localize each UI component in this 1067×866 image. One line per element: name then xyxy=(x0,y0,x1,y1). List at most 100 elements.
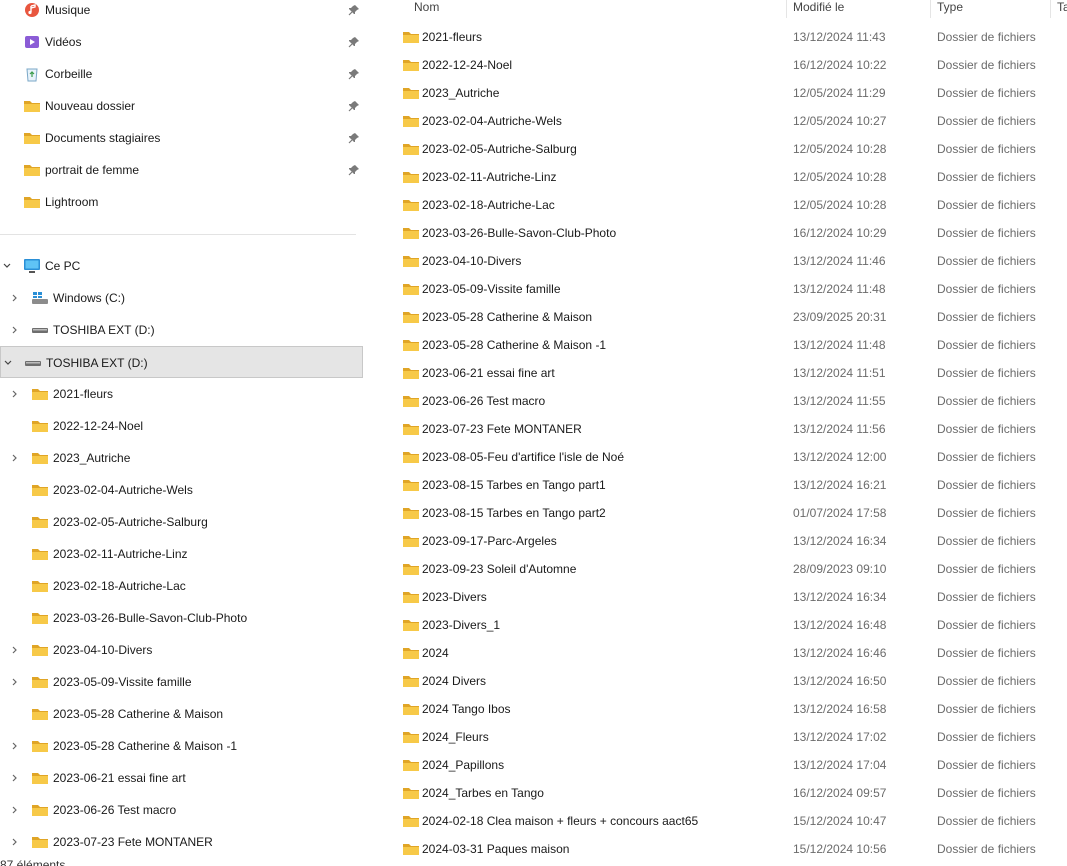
file-row[interactable]: 2023-02-11-Autriche-Linz 12/05/2024 10:28… xyxy=(380,163,1067,191)
folder-icon xyxy=(402,169,420,185)
folder-icon xyxy=(23,194,41,210)
column-header-size[interactable]: Ta xyxy=(1057,0,1067,14)
column-divider[interactable] xyxy=(1050,0,1051,18)
tree-item[interactable]: 2023-05-09-Vissite famille xyxy=(0,666,363,698)
chevron-right-icon[interactable] xyxy=(10,805,20,815)
file-row[interactable]: 2023-04-10-Divers 13/12/2024 11:46 Dossier… xyxy=(380,247,1067,275)
file-modified: 13/12/2024 16:46 xyxy=(793,646,887,660)
file-name: 2023-Divers xyxy=(422,590,487,604)
file-row[interactable]: 2024 Tango Ibos 13/12/2024 16:58 Dossier d… xyxy=(380,695,1067,723)
file-type: Dossier de fichiers xyxy=(937,310,1036,324)
quick-access-item[interactable]: Nouveau dossier xyxy=(0,90,363,122)
file-modified: 12/05/2024 10:28 xyxy=(793,198,887,212)
tree-item[interactable]: 2023-05-28 Catherine & Maison xyxy=(0,698,363,730)
pin-icon[interactable] xyxy=(348,164,360,176)
navigation-divider xyxy=(0,234,356,235)
pin-icon[interactable] xyxy=(348,132,360,144)
tree-item-label: TOSHIBA EXT (D:) xyxy=(46,356,148,370)
column-header-modified[interactable]: Modifié le xyxy=(793,0,844,14)
folder-icon xyxy=(402,701,420,717)
pin-icon[interactable] xyxy=(348,68,360,80)
file-row[interactable]: 2022-12-24-Noel 16/12/2024 10:22 Dossier d… xyxy=(380,51,1067,79)
tree-item[interactable]: 2023-02-18-Autriche-Lac xyxy=(0,570,363,602)
file-row[interactable]: 2023_Autriche 12/05/2024 11:29 Dossier de … xyxy=(380,79,1067,107)
chevron-right-icon[interactable] xyxy=(10,325,20,335)
column-divider[interactable] xyxy=(786,0,787,18)
file-row[interactable]: 2023-02-04-Autriche-Wels 12/05/2024 10:27… xyxy=(380,107,1067,135)
folder-icon xyxy=(31,706,49,722)
tree-item[interactable]: 2023-02-05-Autriche-Salburg xyxy=(0,506,363,538)
file-row[interactable]: 2023-02-18-Autriche-Lac 12/05/2024 10:28 D… xyxy=(380,191,1067,219)
folder-icon xyxy=(31,546,49,562)
tree-item[interactable]: 2023-03-26-Bulle-Savon-Club-Photo xyxy=(0,602,363,634)
file-type: Dossier de fichiers xyxy=(937,786,1036,800)
tree-item[interactable]: 2023-07-23 Fete MONTANER xyxy=(0,826,363,858)
quick-access-item[interactable]: Documents stagiaires xyxy=(0,122,363,154)
file-row[interactable]: 2023-05-28 Catherine & Maison 23/09/2025 … xyxy=(380,303,1067,331)
file-type: Dossier de fichiers xyxy=(937,142,1036,156)
file-name: 2023_Autriche xyxy=(422,86,500,100)
tree-item-label: Ce PC xyxy=(45,259,81,273)
file-row[interactable]: 2024-03-31 Paques maison 15/12/2024 10:56… xyxy=(380,835,1067,863)
file-row[interactable]: 2023-08-05-Feu d'artifice l'isle de Noé 1… xyxy=(380,443,1067,471)
chevron-down-icon[interactable] xyxy=(2,261,12,271)
pin-icon[interactable] xyxy=(348,4,360,16)
folder-icon xyxy=(31,578,49,594)
pin-icon[interactable] xyxy=(348,100,360,112)
file-row[interactable]: 2024_Papillons 13/12/2024 17:04 Dossier de… xyxy=(380,751,1067,779)
chevron-right-icon[interactable] xyxy=(10,773,20,783)
file-row[interactable]: 2023-08-15 Tarbes en Tango part2 01/07/20… xyxy=(380,499,1067,527)
chevron-right-icon[interactable] xyxy=(10,837,20,847)
file-row[interactable]: 2023-09-23 Soleil d'Automne 28/09/2023 09… xyxy=(380,555,1067,583)
tree-item[interactable]: 2023-02-11-Autriche-Linz xyxy=(0,538,363,570)
file-row[interactable]: 2023-05-09-Vissite famille 13/12/2024 11:… xyxy=(380,275,1067,303)
quick-access-item[interactable]: Lightroom xyxy=(0,186,363,218)
file-row[interactable]: 2021-fleurs 13/12/2024 11:43 Dossier de fi… xyxy=(380,23,1067,51)
file-row[interactable]: 2024_Fleurs 13/12/2024 17:02 Dossier de fi… xyxy=(380,723,1067,751)
tree-item[interactable]: TOSHIBA EXT (D:) xyxy=(0,346,363,378)
file-row[interactable]: 2023-08-15 Tarbes en Tango part1 13/12/20… xyxy=(380,471,1067,499)
tree-item[interactable]: 2023-04-10-Divers xyxy=(0,634,363,666)
tree-item[interactable]: 2023_Autriche xyxy=(0,442,363,474)
file-row[interactable]: 2023-09-17-Parc-Argeles 13/12/2024 16:34 D… xyxy=(380,527,1067,555)
quick-access-item[interactable]: Corbeille xyxy=(0,58,363,90)
tree-item[interactable]: 2021-fleurs xyxy=(0,378,363,410)
tree-item[interactable]: 2022-12-24-Noel xyxy=(0,410,363,442)
file-row[interactable]: 2023-Divers 13/12/2024 16:34 Dossier de fi… xyxy=(380,583,1067,611)
tree-item-label: 2023-02-04-Autriche-Wels xyxy=(53,483,193,497)
quick-access-item[interactable]: Vidéos xyxy=(0,26,363,58)
tree-item[interactable]: 2023-05-28 Catherine & Maison -1 xyxy=(0,730,363,762)
chevron-right-icon[interactable] xyxy=(10,453,20,463)
pin-icon[interactable] xyxy=(348,36,360,48)
file-row[interactable]: 2024 13/12/2024 16:46 Dossier de fichiers xyxy=(380,639,1067,667)
tree-item[interactable]: Ce PC xyxy=(0,250,363,282)
chevron-right-icon[interactable] xyxy=(10,677,20,687)
file-row[interactable]: 2024 Divers 13/12/2024 16:50 Dossier de fi… xyxy=(380,667,1067,695)
file-row[interactable]: 2023-02-05-Autriche-Salburg 12/05/2024 10… xyxy=(380,135,1067,163)
column-header-name[interactable]: Nom xyxy=(414,0,439,14)
folder-icon xyxy=(402,449,420,465)
chevron-right-icon[interactable] xyxy=(10,741,20,751)
quick-access-item[interactable]: portrait de femme xyxy=(0,154,363,186)
chevron-down-icon[interactable] xyxy=(3,358,13,368)
tree-item[interactable]: 2023-06-21 essai fine art xyxy=(0,762,363,794)
file-row[interactable]: 2023-05-28 Catherine & Maison -1 13/12/20… xyxy=(380,331,1067,359)
chevron-right-icon[interactable] xyxy=(10,389,20,399)
file-row[interactable]: 2023-07-23 Fete MONTANER 13/12/2024 11:56… xyxy=(380,415,1067,443)
file-row[interactable]: 2024_Tarbes en Tango 16/12/2024 09:57 Doss… xyxy=(380,779,1067,807)
column-divider[interactable] xyxy=(930,0,931,18)
file-row[interactable]: 2023-03-26-Bulle-Savon-Club-Photo 16/12/2… xyxy=(380,219,1067,247)
tree-item[interactable]: 2023-06-26 Test macro xyxy=(0,794,363,826)
file-row[interactable]: 2023-06-21 essai fine art 13/12/2024 11:5… xyxy=(380,359,1067,387)
chevron-right-icon[interactable] xyxy=(10,645,20,655)
quick-access-label: Lightroom xyxy=(45,195,99,209)
tree-item[interactable]: 2023-02-04-Autriche-Wels xyxy=(0,474,363,506)
tree-item[interactable]: Windows (C:) xyxy=(0,282,363,314)
quick-access-item[interactable]: Musique xyxy=(0,0,363,26)
chevron-right-icon[interactable] xyxy=(10,293,20,303)
column-header-type[interactable]: Type xyxy=(937,0,963,14)
tree-item[interactable]: TOSHIBA EXT (D:) xyxy=(0,314,363,346)
file-row[interactable]: 2023-Divers_1 13/12/2024 16:48 Dossier de … xyxy=(380,611,1067,639)
file-row[interactable]: 2024-02-18 Clea maison + fleurs + concou… xyxy=(380,807,1067,835)
file-row[interactable]: 2023-06-26 Test macro 13/12/2024 11:55 Dos… xyxy=(380,387,1067,415)
